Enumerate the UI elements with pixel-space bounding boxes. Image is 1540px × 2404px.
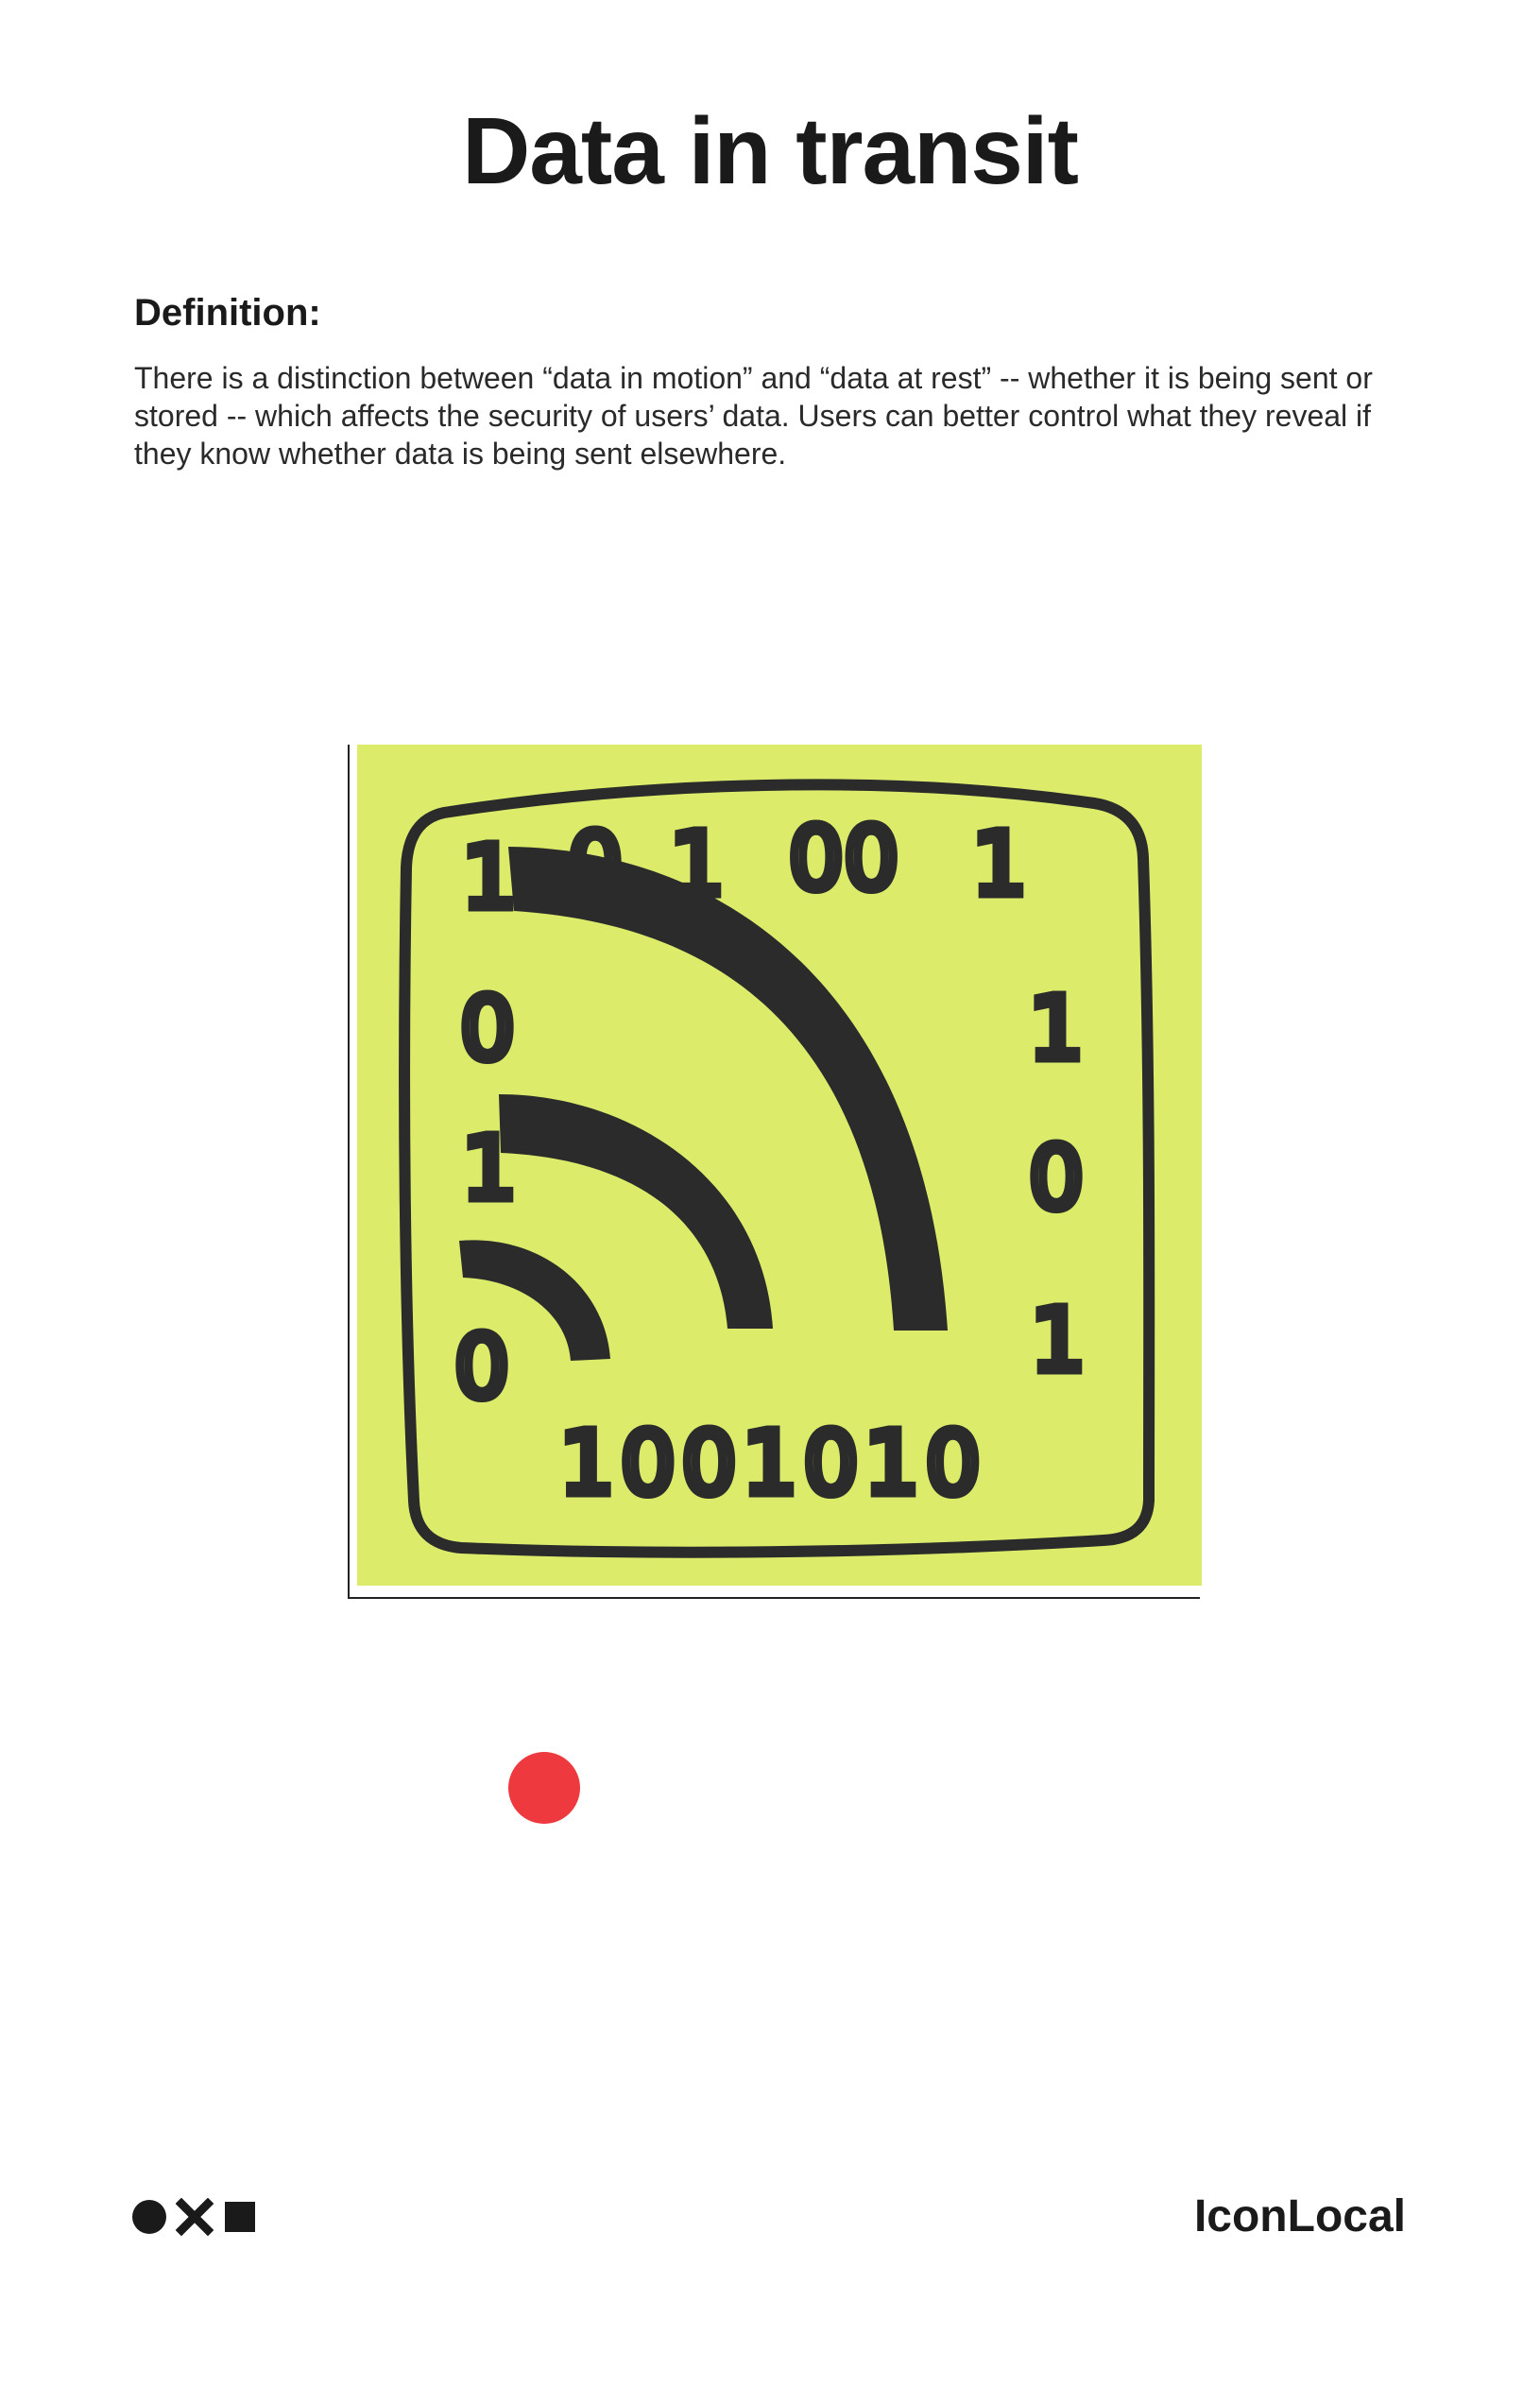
square-mark-icon — [225, 2202, 255, 2232]
circle-mark-icon — [132, 2200, 166, 2234]
illustration-frame: 1 0 1 00 1 0 1 0 1 0 1 1001010 — [348, 745, 1202, 1599]
top-digit-2: 0 — [568, 814, 624, 915]
bottom-digits: 1001010 — [559, 1413, 986, 1514]
data-transit-illustration: 1 0 1 00 1 0 1 0 1 0 1 1001010 — [399, 779, 1155, 1558]
top-digit-3: 1 — [670, 814, 726, 915]
page-title: Data in transit — [462, 98, 1079, 204]
left-digit-1: 0 — [460, 978, 516, 1079]
card-page: Data in transit Definition: There is a d… — [0, 0, 1540, 2404]
definition-text: There is a distinction between “data in … — [134, 361, 1373, 471]
left-digit-3: 0 — [454, 1316, 510, 1417]
top-digit-5: 1 — [972, 814, 1028, 915]
sticky-note: 1 0 1 00 1 0 1 0 1 0 1 1001010 — [357, 745, 1202, 1586]
top-digit-1: 1 — [462, 827, 518, 928]
right-digit-2: 0 — [1029, 1127, 1085, 1228]
brand-name: IconLocal — [1193, 2191, 1406, 2241]
brand-marks — [132, 2198, 265, 2236]
wireless-signal-icon — [459, 847, 948, 1361]
top-digit-4: 00 — [788, 808, 898, 909]
x-mark-icon — [176, 2198, 214, 2236]
right-digit-3: 1 — [1031, 1290, 1087, 1391]
right-digit-1: 1 — [1029, 978, 1085, 1079]
left-digit-2: 1 — [462, 1118, 518, 1219]
red-sticker-dot — [508, 1752, 580, 1824]
definition-heading: Definition: — [134, 292, 321, 334]
